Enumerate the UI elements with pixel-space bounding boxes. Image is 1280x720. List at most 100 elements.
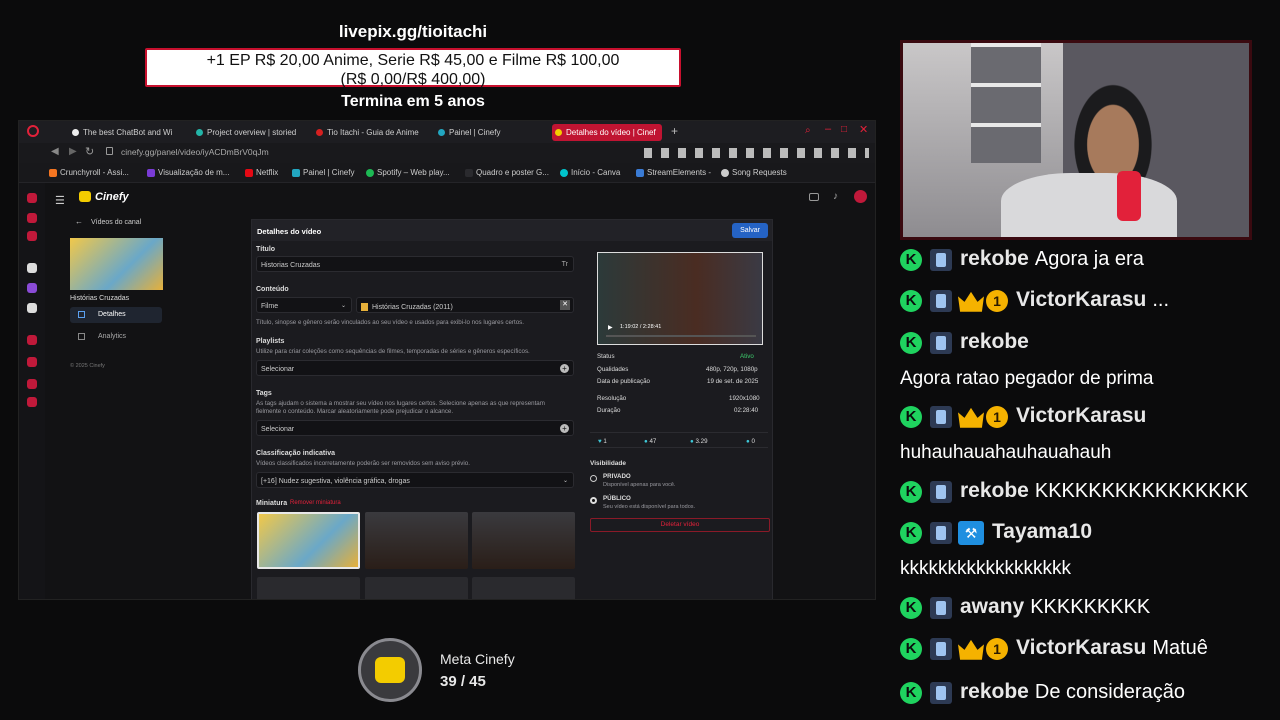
nav-analytics[interactable]: Analytics	[70, 329, 162, 345]
thumbnail-6[interactable]	[472, 577, 575, 599]
gift-badge-icon: 1	[986, 405, 1008, 428]
titulo-input[interactable]: Historias Cruzadas Tr	[256, 256, 574, 272]
sidebar-icon-8[interactable]	[27, 397, 37, 407]
avatar[interactable]	[854, 190, 867, 203]
tab-chatbot[interactable]: The best ChatBot and Wi	[69, 124, 181, 141]
chevron-down-icon: ⌄	[340, 303, 346, 309]
x-icon[interactable]	[27, 303, 37, 313]
thumbnail-4[interactable]	[257, 577, 360, 599]
tab-guia[interactable]: Tio Itachi - Guia de Anime	[313, 124, 423, 141]
save-button[interactable]: Salvar	[732, 223, 768, 238]
bookmark-painel[interactable]: Painel | Cinefy	[292, 168, 354, 177]
donation-url: livepix.gg/tioitachi	[338, 22, 488, 41]
resolucao-label: Resolução	[597, 395, 627, 402]
bookmark-netflix[interactable]: Netflix	[245, 168, 278, 177]
shelf	[971, 43, 1041, 163]
tab-painel[interactable]: Painel | Cinefy	[435, 124, 545, 141]
maximize-icon[interactable]: □	[841, 124, 847, 135]
remover-miniatura-link[interactable]: Remover miniatura	[290, 500, 341, 506]
back-arrow-icon[interactable]: ←	[75, 217, 83, 226]
chat-message-text: kkkkkkkkkkkkkkkkkk	[900, 558, 1071, 579]
video-time: 1:19:02 / 2:28:41	[620, 324, 662, 330]
add-icon: +	[560, 364, 569, 373]
lock-icon	[106, 147, 113, 155]
new-tab-icon[interactable]: +	[671, 124, 678, 138]
bookmark-canva[interactable]: Início - Canva	[560, 168, 620, 177]
url-field[interactable]: cinefy.gg/panel/video/iyACDmBrV0qJm	[121, 147, 269, 157]
publico-radio[interactable]	[590, 497, 597, 504]
bookmark-crunchyroll[interactable]: Crunchyroll - Assi...	[49, 168, 129, 177]
minimize-icon[interactable]: –	[825, 123, 831, 135]
publicacao-value: 19 de set. de 2025	[707, 378, 759, 385]
search-icon[interactable]: ⌕	[805, 125, 811, 136]
tags-note: As tags ajudam o sistema a mostrar seu v…	[256, 400, 545, 415]
conteudo-field[interactable]: Histórias Cruzadas (2011) ✕	[356, 297, 574, 313]
thumbnail-2[interactable]	[365, 512, 468, 569]
sub-badge-icon	[930, 637, 952, 660]
browser-window: The best ChatBot and Wi Project overview…	[18, 120, 876, 600]
details-icon	[78, 311, 85, 318]
duracao-value: 02:28:40	[734, 407, 759, 414]
webcam-feed	[900, 40, 1252, 240]
back-to-videos[interactable]: Vídeos do canal	[91, 219, 141, 226]
playlists-select[interactable]: Selecionar +	[256, 360, 574, 376]
text-format-icon: Tr	[561, 261, 568, 268]
classificacao-select[interactable]: [+16] Nudez sugestiva, violência gráfica…	[256, 472, 574, 488]
kick-badge-icon: K	[900, 480, 922, 503]
playlists-note: Utilize para criar coleções como sequênc…	[256, 348, 530, 355]
shirt	[1001, 173, 1177, 237]
forward-icon[interactable]: ▶	[69, 146, 77, 157]
comments-stat: ● 0	[746, 438, 755, 445]
bookmark-streamelements[interactable]: StreamElements -	[636, 168, 711, 177]
tags-select[interactable]: Selecionar +	[256, 420, 574, 436]
thumbnail-3[interactable]	[472, 512, 575, 569]
tab-detalhes[interactable]: Detalhes do vídeo | Cinef	[552, 124, 662, 141]
bookmark-visualizacao[interactable]: Visualização de m...	[147, 168, 229, 177]
microphone	[1117, 171, 1141, 221]
reload-icon[interactable]: ↻	[85, 145, 94, 158]
qualidades-label: Qualidades	[597, 366, 629, 373]
close-icon[interactable]: ✕	[859, 123, 868, 136]
sidebar-icon-7[interactable]	[27, 379, 37, 389]
tipo-select[interactable]: Filme ⌄	[256, 297, 352, 313]
bookmark-quadro[interactable]: Quadro e poster G...	[465, 168, 549, 177]
back-icon[interactable]: ◀	[51, 146, 59, 157]
tab-bar: The best ChatBot and Wi Project overview…	[19, 121, 875, 143]
browser-sidebar	[19, 183, 45, 599]
delete-video-button[interactable]: Deletar vídeo	[590, 518, 770, 532]
sub-badge-icon	[930, 405, 952, 428]
sidebar-icon-5[interactable]	[27, 335, 37, 345]
sub-badge-icon	[930, 596, 952, 619]
privado-radio[interactable]	[590, 475, 597, 482]
add-icon: +	[560, 424, 569, 433]
menu-icon[interactable]: ☰	[55, 194, 65, 207]
sidebar-icon-3[interactable]	[27, 231, 37, 241]
sidebar-icon-2[interactable]	[27, 213, 37, 223]
sidebar-icon-6[interactable]	[27, 357, 37, 367]
bell-icon[interactable]: ♪	[833, 191, 838, 202]
thumbnail-5[interactable]	[365, 577, 468, 599]
kick-badge-icon: K	[900, 681, 922, 704]
poster-icon	[361, 303, 368, 311]
sidebar-icon-1[interactable]	[27, 193, 37, 203]
video-preview[interactable]: ▶ 1:19:02 / 2:28:41	[597, 252, 763, 345]
qualidades-value: 480p, 720p, 1080p	[706, 366, 758, 373]
nav-detalhes[interactable]: Detalhes	[70, 307, 162, 323]
opera-icon[interactable]	[27, 125, 39, 137]
camera-icon[interactable]	[809, 193, 819, 201]
bookmark-song-requests[interactable]: Song Requests	[721, 168, 787, 177]
bookmark-spotify[interactable]: Spotify – Web play...	[366, 168, 450, 177]
donation-progress: (R$ 0,00/R$ 400,00)	[340, 71, 486, 88]
crown-icon	[958, 291, 984, 312]
tab-project[interactable]: Project overview | storied	[193, 124, 303, 141]
play-icon[interactable]: ▶	[608, 324, 613, 331]
twitch-icon[interactable]	[27, 283, 37, 293]
sidebar-icon-4[interactable]	[27, 263, 37, 273]
chat-message: K 1 VictorKarasu...	[896, 288, 1280, 312]
progress-track[interactable]	[606, 335, 756, 337]
likes-stat: ♥ 1	[598, 438, 607, 445]
tags-label: Tags	[256, 390, 272, 397]
thumbnail-1[interactable]	[257, 512, 360, 569]
extensions-icons[interactable]	[644, 148, 869, 158]
kick-badge-icon: K	[900, 596, 922, 619]
